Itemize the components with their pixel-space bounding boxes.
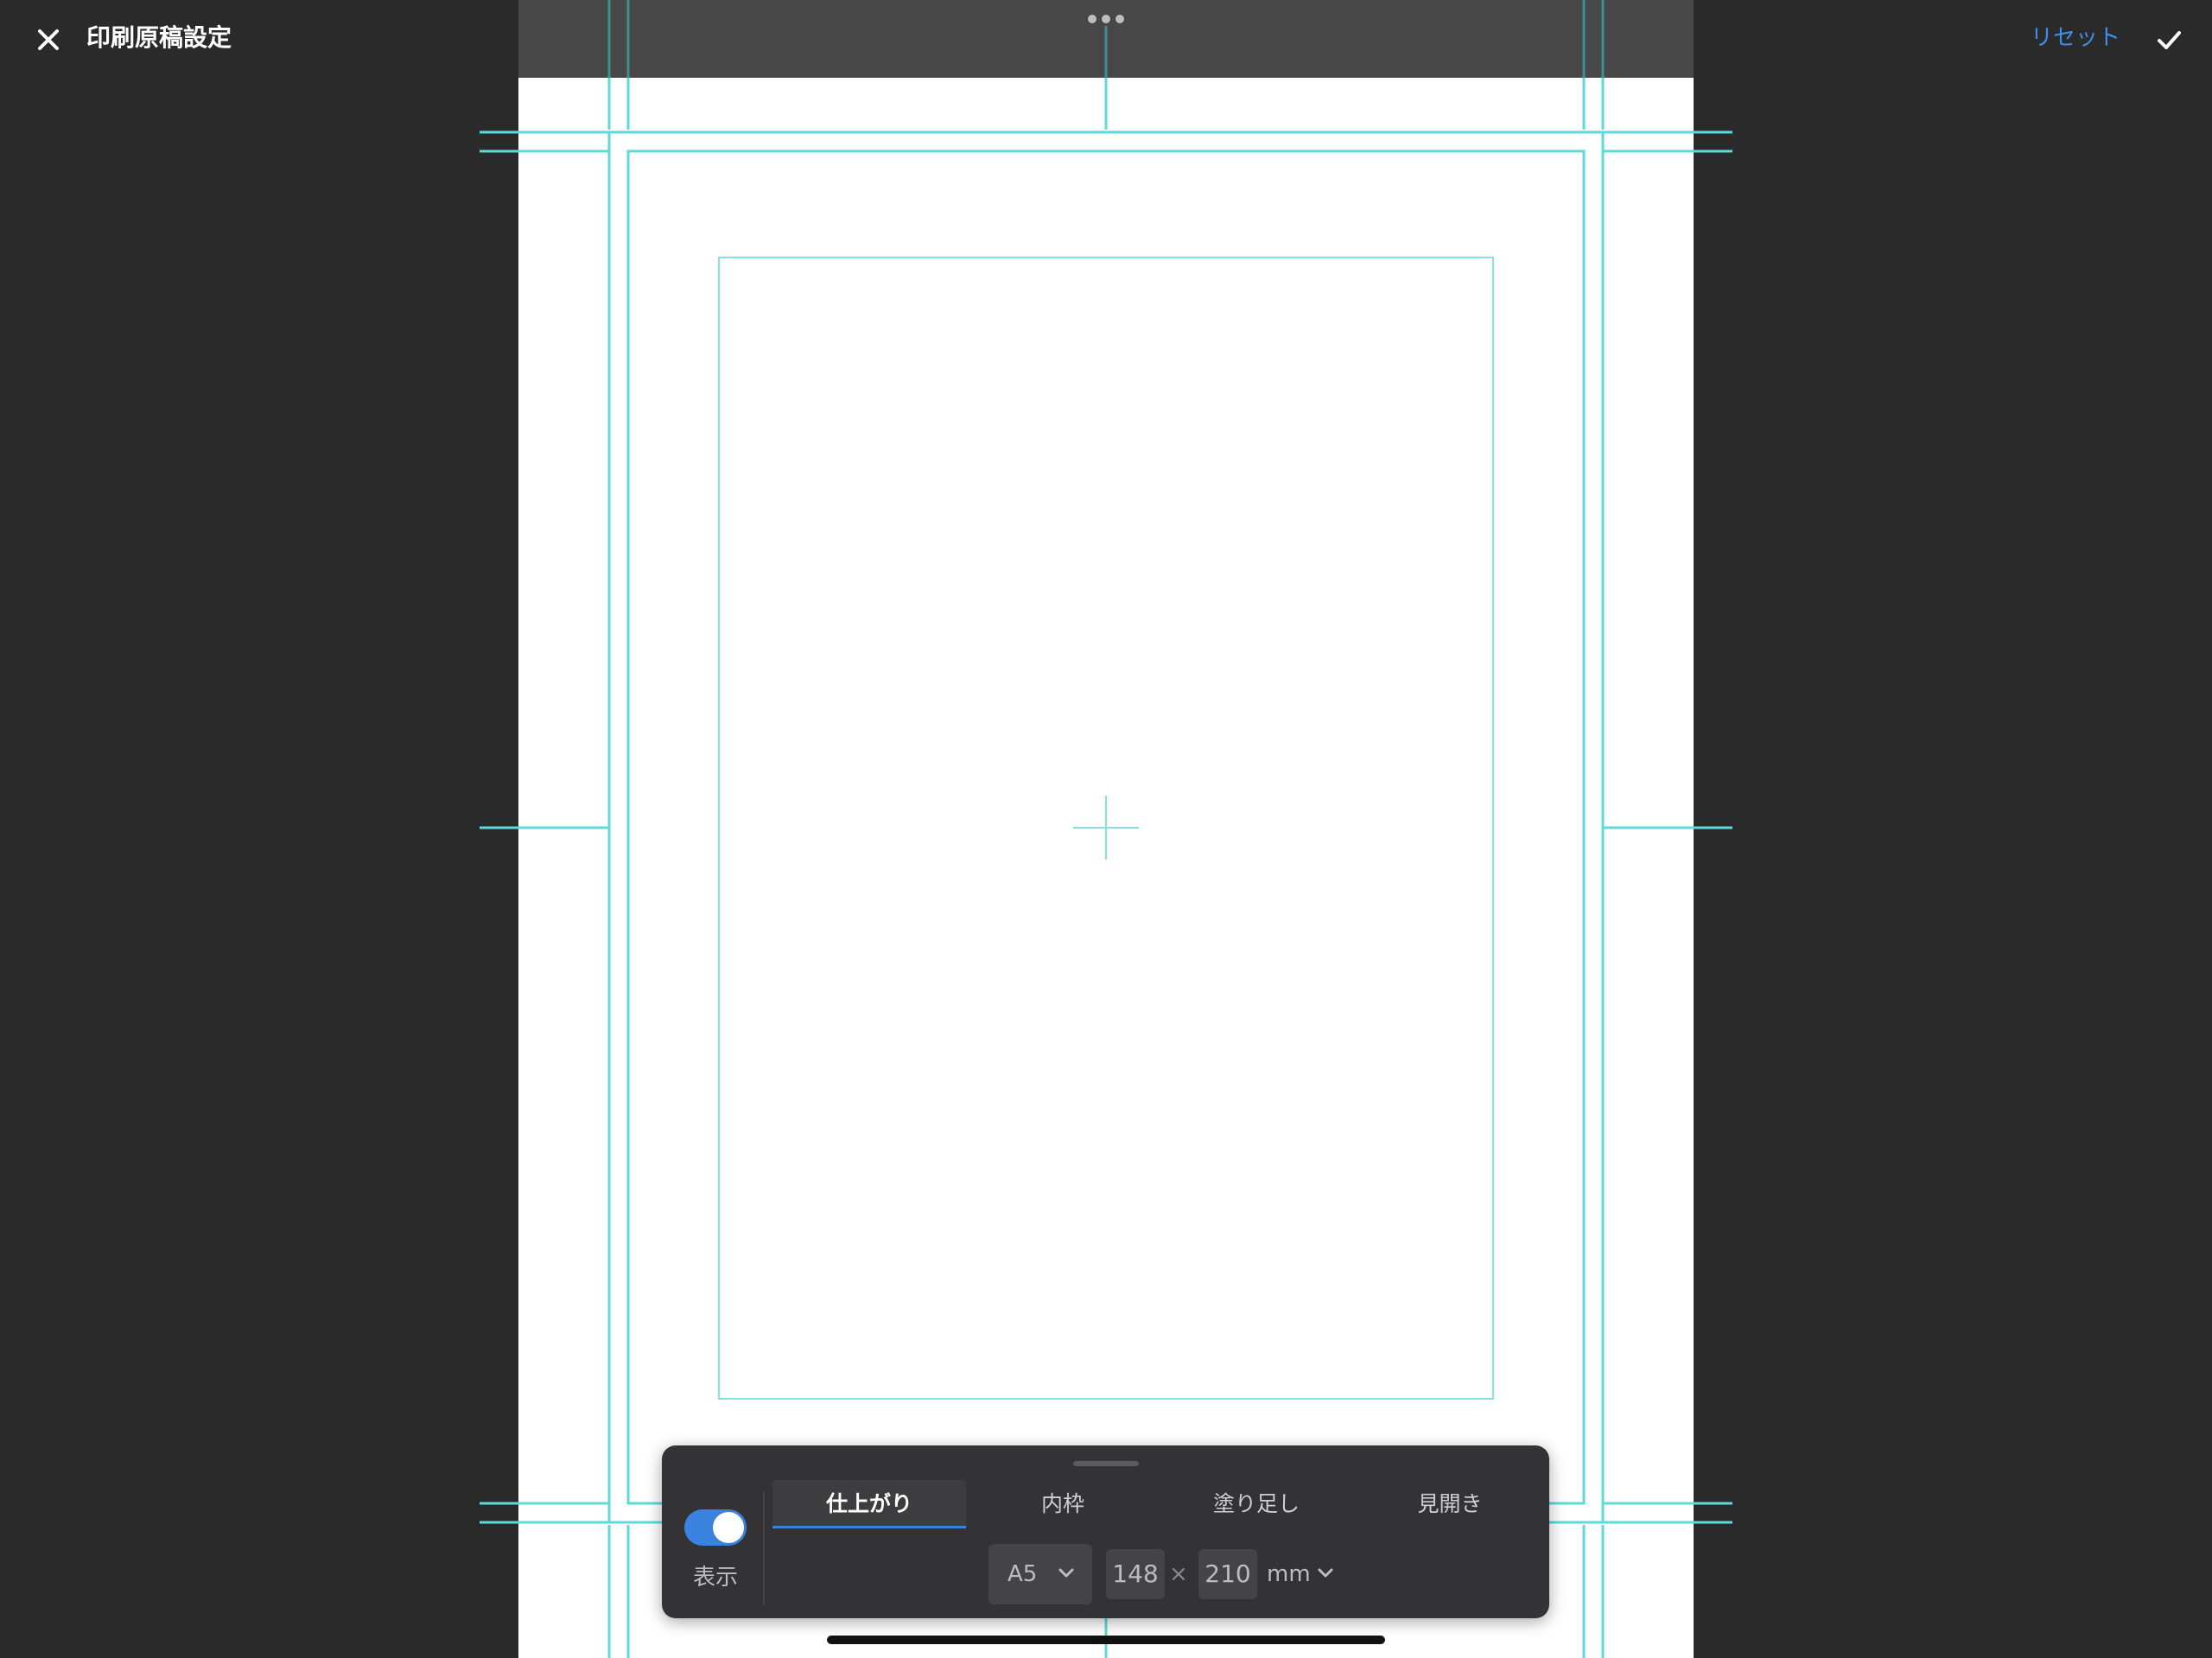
divider: [763, 1492, 765, 1604]
checkmark-icon: [2158, 31, 2181, 49]
toggle-knob: [713, 1512, 744, 1543]
reset-button[interactable]: リセット: [2031, 21, 2120, 55]
chevron-down-icon: [1318, 1568, 1333, 1578]
show-toggle[interactable]: [684, 1509, 747, 1546]
show-label: 表示: [692, 1565, 738, 1591]
tab-spread[interactable]: 見開き: [1353, 1480, 1547, 1528]
settings-panel: 表示 仕上がり 内枠 塗り足し 見開き A5 148 × 210 mm: [662, 1445, 1549, 1618]
height-input[interactable]: 210: [1198, 1549, 1257, 1599]
width-input[interactable]: 148: [1106, 1549, 1165, 1599]
page-title: 印刷原稿設定: [86, 23, 232, 52]
tab-bar: 仕上がり 内枠 塗り足し 見開き: [772, 1480, 1550, 1528]
close-button[interactable]: [31, 22, 66, 57]
tab-inner-frame[interactable]: 内枠: [966, 1480, 1160, 1528]
chevron-down-icon: [1058, 1568, 1074, 1578]
paper-size-value: A5: [1007, 1561, 1038, 1587]
unit-value: mm: [1267, 1561, 1311, 1587]
unit-select[interactable]: mm: [1263, 1544, 1341, 1604]
confirm-button[interactable]: [2152, 22, 2186, 57]
tab-bleed[interactable]: 塗り足し: [1160, 1480, 1353, 1528]
tab-finished-size[interactable]: 仕上がり: [772, 1480, 966, 1528]
times-sign: ×: [1169, 1561, 1188, 1587]
outer-crop-marks: [480, 130, 1732, 1524]
paper-size-select[interactable]: A5: [988, 1544, 1092, 1604]
close-icon: [38, 29, 59, 50]
home-indicator: [827, 1636, 1385, 1644]
panel-grabber[interactable]: [1073, 1461, 1139, 1466]
